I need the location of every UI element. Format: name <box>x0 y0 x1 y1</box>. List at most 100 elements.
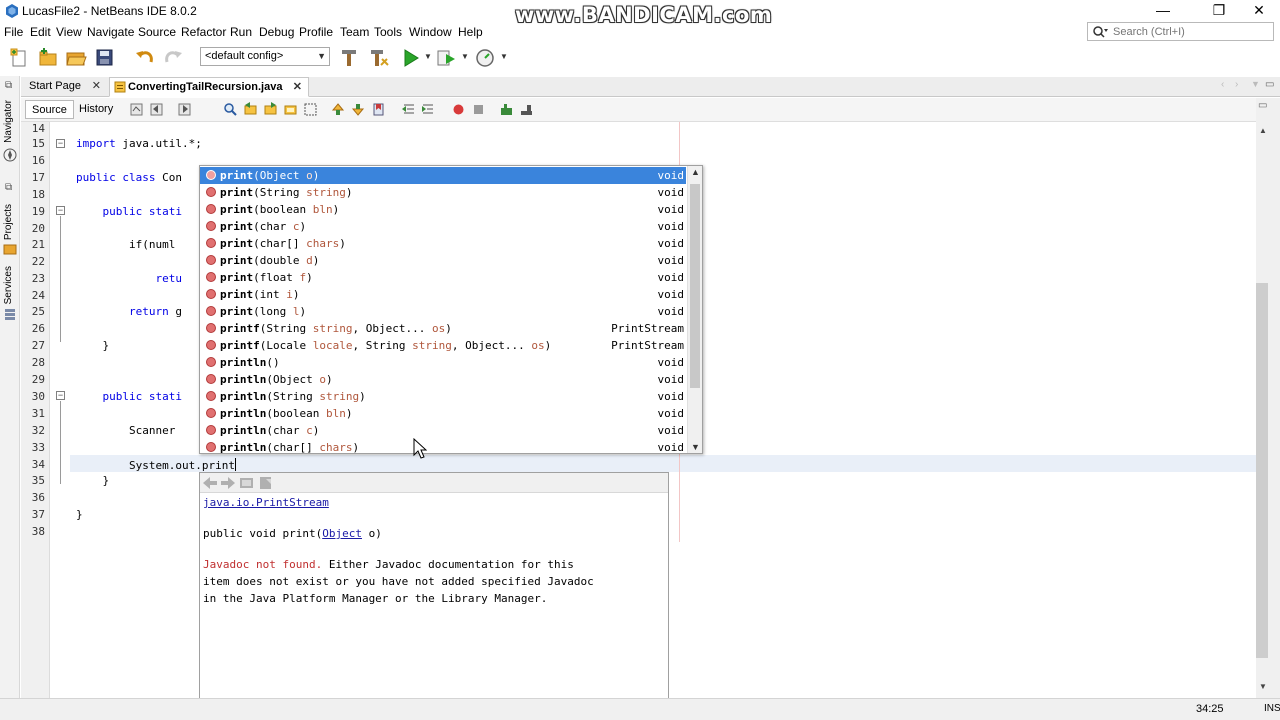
completion-item[interactable]: println() void <box>200 354 686 371</box>
find-previous-icon[interactable] <box>243 102 258 117</box>
find-selection-icon[interactable] <box>223 102 238 117</box>
menu-window[interactable]: Window <box>409 25 452 39</box>
back-arrow-icon[interactable] <box>202 476 218 490</box>
comment-icon[interactable] <box>499 102 514 117</box>
configuration-select[interactable]: <default config> ▼ <box>200 47 330 66</box>
new-file-icon[interactable] <box>8 47 30 69</box>
stop-macro-recording-icon[interactable] <box>471 102 486 117</box>
search-input[interactable] <box>1113 24 1268 39</box>
navigator-tab[interactable]: Navigator <box>3 100 14 143</box>
toggle-rect-selection-icon[interactable] <box>303 102 318 117</box>
debug-dropdown-icon[interactable]: ▼ <box>461 52 469 61</box>
completion-item[interactable]: println(String string) void <box>200 388 686 405</box>
menu-refactor[interactable]: Refactor <box>181 25 226 39</box>
method-icon <box>206 238 216 248</box>
run-dropdown-icon[interactable]: ▼ <box>424 52 432 61</box>
previous-bookmark-icon[interactable] <box>331 102 346 117</box>
menu-navigate[interactable]: Navigate <box>87 25 134 39</box>
close-tab-icon[interactable]: ✕ <box>92 77 101 96</box>
close-window-button[interactable]: ✕ <box>1236 0 1280 22</box>
javadoc-class-link[interactable]: java.io.PrintStream <box>203 496 329 509</box>
shift-right-icon[interactable] <box>421 102 436 117</box>
history-view-button[interactable]: History <box>73 100 119 119</box>
open-project-icon[interactable] <box>65 47 87 69</box>
completion-item[interactable]: println(boolean bln) void <box>200 405 686 422</box>
line-number: 24 <box>31 289 45 302</box>
completion-item[interactable]: print(long l) void <box>200 303 686 320</box>
toggle-bookmark-icon[interactable] <box>371 102 386 117</box>
completion-item[interactable]: print(char c) void <box>200 218 686 235</box>
projects-tab[interactable]: Projects <box>3 204 14 240</box>
minimize-button[interactable]: — <box>1140 0 1186 22</box>
redo-icon[interactable] <box>162 47 184 69</box>
scroll-down-icon[interactable]: ▼ <box>1259 682 1267 691</box>
completion-item[interactable]: printf(String string, Object... os) Print… <box>200 320 686 337</box>
forward-icon[interactable] <box>177 102 192 117</box>
completion-item[interactable]: println(char[] chars) void <box>200 439 686 453</box>
editor-vertical-scrollbar[interactable]: ▭ ▲ ▼ <box>1256 98 1280 698</box>
completion-item[interactable]: print(Object o) void <box>200 167 686 184</box>
completion-item[interactable]: printf(Locale locale, String string, Obj… <box>200 337 686 354</box>
services-tab[interactable]: Services <box>3 266 14 304</box>
profile-dropdown-icon[interactable]: ▼ <box>500 52 508 61</box>
menu-file[interactable]: File <box>4 25 23 39</box>
last-edit-icon[interactable] <box>129 102 144 117</box>
fold-toggle-icon[interactable]: − <box>56 206 65 215</box>
completion-item[interactable]: println(char c) void <box>200 422 686 439</box>
menu-profile[interactable]: Profile <box>299 25 333 39</box>
scroll-tabs-right-icon[interactable]: › <box>1235 79 1238 90</box>
menu-view[interactable]: View <box>56 25 82 39</box>
menu-run[interactable]: Run <box>230 25 252 39</box>
goto-source-icon[interactable] <box>258 476 274 490</box>
menu-tools[interactable]: Tools <box>374 25 402 39</box>
code-completion-popup[interactable]: println(char[] chars) void println(char c)… <box>199 165 703 454</box>
source-view-button[interactable]: Source <box>25 100 74 119</box>
completion-item[interactable]: print(String string) void <box>200 184 686 201</box>
clean-build-icon[interactable] <box>368 47 390 69</box>
toggle-highlight-icon[interactable] <box>283 102 298 117</box>
completion-item[interactable]: print(boolean bln) void <box>200 201 686 218</box>
save-all-icon[interactable] <box>94 47 116 69</box>
menu-edit[interactable]: Edit <box>30 25 51 39</box>
menu-debug[interactable]: Debug <box>259 25 294 39</box>
completion-item[interactable]: println(Object o) void <box>200 371 686 388</box>
new-project-icon[interactable] <box>37 47 59 69</box>
scroll-tabs-left-icon[interactable]: ‹ <box>1221 79 1224 90</box>
build-icon[interactable] <box>338 47 360 69</box>
close-tab-icon[interactable]: ✕ <box>293 78 302 97</box>
menu-source[interactable]: Source <box>138 25 176 39</box>
scroll-up-icon[interactable]: ▲ <box>1259 126 1267 135</box>
next-bookmark-icon[interactable] <box>351 102 366 117</box>
scrollbar-thumb[interactable] <box>690 184 700 388</box>
tab-start-page[interactable]: Start Page ✕ <box>21 77 107 97</box>
menu-help[interactable]: Help <box>458 25 483 39</box>
scrollbar-thumb[interactable] <box>1256 283 1268 658</box>
completion-item[interactable]: print(int i) void <box>200 286 686 303</box>
menu-team[interactable]: Team <box>340 25 369 39</box>
forward-arrow-icon[interactable] <box>220 476 236 490</box>
tab-list-icon[interactable]: ▼ <box>1251 79 1260 89</box>
maximize-editor-icon[interactable]: ▭ <box>1265 79 1274 90</box>
quick-search-box[interactable] <box>1087 22 1274 41</box>
window-title: LucasFile2 - NetBeans IDE 8.0.2 <box>22 4 197 18</box>
completion-scrollbar[interactable]: ▲ ▼ <box>687 166 702 453</box>
fold-toggle-icon[interactable]: − <box>56 391 65 400</box>
javadoc-type-link[interactable]: Object <box>322 527 362 540</box>
undo-icon[interactable] <box>134 47 156 69</box>
fold-toggle-icon[interactable]: − <box>56 139 65 148</box>
start-macro-recording-icon[interactable] <box>451 102 466 117</box>
shift-left-icon[interactable] <box>401 102 416 117</box>
back-icon[interactable] <box>149 102 164 117</box>
completion-item[interactable]: print(double d) void <box>200 252 686 269</box>
profile-icon[interactable] <box>474 47 496 69</box>
scroll-down-icon[interactable]: ▼ <box>691 442 700 452</box>
open-in-browser-icon[interactable] <box>239 476 255 490</box>
uncomment-icon[interactable] <box>519 102 534 117</box>
run-icon[interactable] <box>400 47 422 69</box>
completion-item[interactable]: print(float f) void <box>200 269 686 286</box>
debug-icon[interactable] <box>435 47 457 69</box>
tab-converting-tail-recursion[interactable]: ConvertingTailRecursion.java ✕ <box>109 77 309 97</box>
scroll-up-icon[interactable]: ▲ <box>691 167 700 177</box>
completion-item[interactable]: print(char[] chars) void <box>200 235 686 252</box>
find-next-icon[interactable] <box>263 102 278 117</box>
